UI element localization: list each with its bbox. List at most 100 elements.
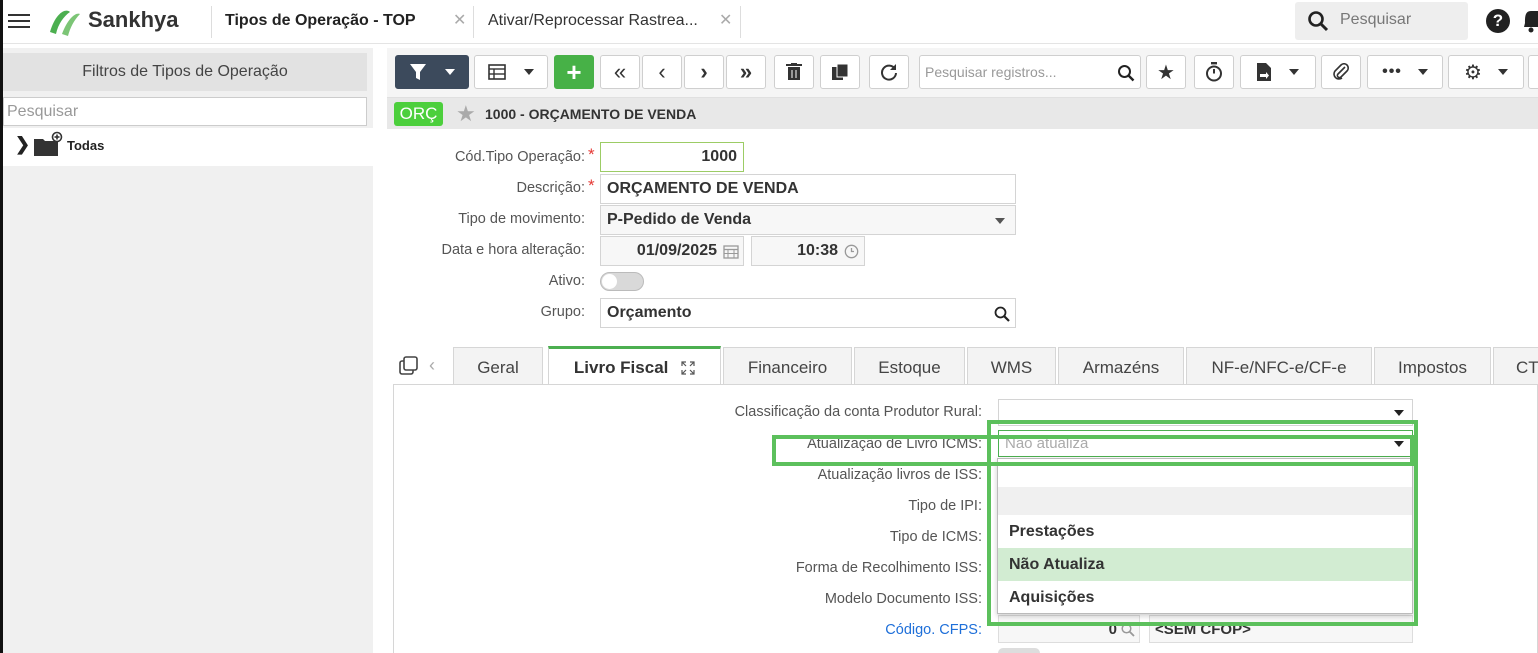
data-hora-label: Data e hora alteração: [441,242,585,258]
chevron-down-icon [1497,69,1508,75]
global-search[interactable]: Pesquisar [1295,2,1468,40]
tab-armazens[interactable]: Armazéns [1058,347,1184,384]
more-button[interactable]: ••• [1367,55,1443,89]
document-button[interactable] [1240,55,1316,89]
filter-panel-title: Filtros de Tipos de Operação [3,53,367,91]
bell-icon[interactable] [1524,8,1538,37]
divider [473,6,474,38]
tree-item-label: Todas [67,138,105,153]
grupo-value: Orçamento [607,304,692,321]
duplicate-button[interactable] [820,55,860,89]
descricao-label: Descrição: [516,180,586,196]
filter-icon [410,64,426,80]
grupo-field[interactable]: Orçamento [600,298,1016,328]
close-icon[interactable]: ✕ [453,6,466,38]
hora-value: 10:38 [797,242,838,259]
top-tab-ativar-reprocessar[interactable]: Ativar/Reprocessar Rastrea... [488,6,698,38]
settings-button[interactable]: ⚙ [1448,55,1524,89]
codigo-cfps-link[interactable]: Código. CFPS: [582,622,982,638]
delete-icon [786,63,802,80]
star-icon[interactable]: ★ [456,101,476,127]
global-search-placeholder: Pesquisar [1340,11,1412,28]
add-button[interactable]: + [554,55,594,89]
chevron-down-icon [1417,69,1428,75]
tab-label: Livro Fiscal [573,358,669,377]
next-record-button[interactable]: › [684,55,724,89]
data-value: 01/09/2025 [636,242,717,259]
brand-name: Sankhya [88,7,179,32]
chevron-down-icon [995,218,1005,224]
attach-button[interactable] [1321,55,1361,89]
tab-financeiro[interactable]: Financeiro [723,347,852,384]
close-icon[interactable]: ✕ [719,6,732,38]
refresh-icon [881,64,897,81]
ativo-toggle[interactable] [600,272,644,291]
prev-record-button[interactable]: ‹ [642,55,682,89]
cod-tipo-operacao-field[interactable]: 1000 [600,142,744,172]
tab-nfe[interactable]: NF-e/NFC-e/CF-e [1186,347,1372,384]
gear-icon: ⚙ [1464,61,1482,84]
clock-icon[interactable] [844,244,859,259]
record-search-placeholder: Pesquisar registros... [925,64,1057,80]
menu-icon[interactable] [8,10,30,32]
toolbar-overflow-button[interactable] [1528,55,1538,89]
tabs-prev-icon[interactable]: ‹ [429,355,435,376]
calendar-icon[interactable] [723,244,739,259]
divider [211,6,212,38]
tab-estoque[interactable]: Estoque [854,347,965,384]
help-icon[interactable]: ? [1486,9,1510,33]
search-icon[interactable] [994,306,1010,322]
toggle-knob [602,274,617,289]
chevron-down-icon [1394,410,1404,416]
classificacao-label: Classificação da conta Produtor Rural: [734,404,982,420]
search-icon[interactable] [1117,64,1135,82]
add-icon: + [566,56,582,87]
next-icon: › [700,59,708,84]
tab-wms[interactable]: WMS [967,347,1056,384]
tipo-movimento-select[interactable]: P-Pedido de Venda [600,205,1016,235]
toggle[interactable] [998,648,1040,653]
required-mark: * [588,145,595,164]
last-record-button[interactable]: » [726,55,766,89]
tab-geral[interactable]: Geral [453,347,543,384]
grid-view-button[interactable] [474,55,548,89]
first-record-button[interactable]: « [600,55,640,89]
record-title: 1000 - ORÇAMENTO DE VENDA [485,106,697,122]
top-tab-tipos-operacao[interactable]: Tipos de Operação - TOP [225,6,416,38]
cod-tipo-operacao-label: Cód.Tipo Operação: [454,149,585,165]
record-search-input[interactable]: Pesquisar registros... [919,55,1141,89]
filter-button[interactable] [395,55,469,89]
document-icon [1257,63,1271,81]
delete-button[interactable] [774,55,814,89]
data-field[interactable]: 01/09/2025 [600,236,744,266]
tipo-ipi-label: Tipo de IPI: [908,498,982,514]
required-mark: * [588,176,595,195]
tree-item-todas[interactable]: ❯ Todas [3,128,373,166]
tab-ct[interactable]: CT [1493,347,1538,384]
ativo-label: Ativo: [548,273,585,289]
grid-icon [488,64,506,80]
filter-search-input[interactable]: Pesquisar [3,97,367,126]
hora-field[interactable]: 10:38 [751,236,865,266]
grupo-label: Grupo: [540,304,585,320]
expand-icon[interactable] [681,361,695,375]
favorite-button[interactable]: ★ [1146,55,1186,89]
more-icon: ••• [1382,63,1402,80]
copy-tabs-icon[interactable] [399,356,419,376]
tipo-movimento-value: P-Pedido de Venda [607,211,752,228]
descricao-field[interactable]: ORÇAMENTO DE VENDA [600,174,1016,204]
atualizacao-iss-label: Atualização livros de ISS: [817,467,982,483]
tab-livro-fiscal[interactable]: Livro Fiscal [548,346,721,385]
chevron-down-icon [445,69,455,75]
folder-add-icon [34,131,63,156]
attach-icon [1333,63,1350,80]
timer-button[interactable] [1194,55,1234,89]
tab-impostos[interactable]: Impostos [1374,347,1491,384]
refresh-button[interactable] [869,55,909,89]
chevron-right-icon[interactable]: ❯ [15,134,30,155]
modelo-documento-label: Modelo Documento ISS: [824,591,982,607]
sankhya-logo-icon[interactable] [46,6,84,41]
star-icon: ★ [1157,61,1175,84]
copy-icon [832,63,849,80]
highlight-box-dropdown [987,420,1418,626]
